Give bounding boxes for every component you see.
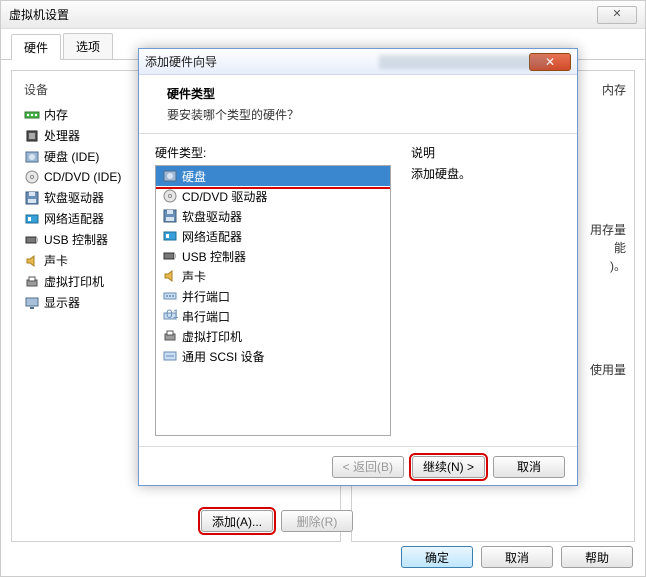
hw-item-label: 网络适配器 [182, 228, 242, 245]
detail-text-fragment: 使用量 [590, 361, 626, 378]
hdd-icon [24, 149, 40, 165]
nic-icon [24, 211, 40, 227]
back-button[interactable]: < 返回(B) [332, 456, 404, 478]
hw-item-sound[interactable]: 声卡 [156, 266, 390, 286]
outer-titlebar: 虚拟机设置 ✕ [1, 1, 645, 29]
ok-button[interactable]: 确定 [401, 546, 473, 568]
device-label: 软盘驱动器 [44, 189, 104, 206]
cd-icon [162, 188, 178, 204]
col-device-label: 设备 [24, 81, 48, 98]
wizard-footer: < 返回(B) 继续(N) > 取消 [139, 446, 577, 486]
device-label: 声卡 [44, 252, 68, 269]
cd-icon [24, 169, 40, 185]
device-label: 内存 [44, 106, 68, 123]
wizard-header-title: 硬件类型 [167, 85, 561, 102]
sound-icon [24, 253, 40, 269]
hw-item-label: 虚拟打印机 [182, 328, 242, 345]
detail-text-fragment: )。 [610, 257, 626, 274]
device-label: 处理器 [44, 127, 80, 144]
hw-item-label: 软盘驱动器 [182, 208, 242, 225]
hw-item-vprint[interactable]: 虚拟打印机 [156, 326, 390, 346]
device-label: USB 控制器 [44, 231, 108, 248]
tab-hardware[interactable]: 硬件 [11, 34, 61, 60]
parallel-port-icon [162, 288, 178, 304]
detail-text-fragment: 能 [614, 239, 626, 256]
detail-text-fragment: 内存 [602, 81, 626, 98]
hw-item-label: 声卡 [182, 268, 206, 285]
hw-item-label: USB 控制器 [182, 248, 246, 265]
sound-icon [162, 268, 178, 284]
device-label: 网络适配器 [44, 210, 104, 227]
description-title: 说明 [411, 144, 561, 161]
hw-type-listbox[interactable]: 硬盘 CD/DVD 驱动器 软盘驱动器 网络适配器 USB 控制器 声卡 并行端… [155, 165, 391, 436]
hw-item-label: 通用 SCSI 设备 [182, 348, 265, 365]
outer-close-button[interactable]: ✕ [597, 6, 637, 24]
next-button[interactable]: 继续(N) > [412, 456, 485, 478]
wizard-title: 添加硬件向导 [145, 53, 217, 70]
hw-item-hdd[interactable]: 硬盘 [156, 166, 390, 186]
help-button[interactable]: 帮助 [561, 546, 633, 568]
hw-item-label: 并行端口 [182, 288, 230, 305]
wizard-titlebar: 添加硬件向导 ✕ [139, 49, 577, 75]
cancel-button[interactable]: 取消 [481, 546, 553, 568]
description-text: 添加硬盘。 [411, 165, 561, 182]
wizard-cancel-button[interactable]: 取消 [493, 456, 565, 478]
add-hardware-wizard: 添加硬件向导 ✕ 硬件类型 要安装哪个类型的硬件？ 硬件类型: 硬盘 CD/DV… [138, 48, 578, 486]
nic-icon [162, 228, 178, 244]
hw-item-label: CD/DVD 驱动器 [182, 188, 267, 205]
wizard-header: 硬件类型 要安装哪个类型的硬件？ [139, 75, 577, 134]
hw-item-nic[interactable]: 网络适配器 [156, 226, 390, 246]
outer-title: 虚拟机设置 [9, 6, 69, 23]
printer-icon [24, 274, 40, 290]
tab-options[interactable]: 选项 [63, 33, 113, 59]
usb-icon [24, 232, 40, 248]
device-label: 虚拟打印机 [44, 273, 104, 290]
usb-icon [162, 248, 178, 264]
device-label: 硬盘 (IDE) [44, 148, 99, 165]
serial-port-icon [162, 308, 178, 324]
hw-item-parallel[interactable]: 并行端口 [156, 286, 390, 306]
floppy-icon [162, 208, 178, 224]
blurred-region [379, 55, 549, 69]
hw-item-label: 硬盘 [182, 168, 206, 185]
hw-item-serial[interactable]: 串行端口 [156, 306, 390, 326]
remove-hardware-button[interactable]: 删除(R) [281, 510, 353, 532]
cpu-icon [24, 128, 40, 144]
scsi-icon [162, 348, 178, 364]
hw-type-label: 硬件类型: [155, 144, 391, 161]
detail-text-fragment: 用存量 [590, 221, 626, 238]
wizard-header-subtitle: 要安装哪个类型的硬件？ [167, 106, 561, 123]
printer-icon [162, 328, 178, 344]
hw-item-scsi[interactable]: 通用 SCSI 设备 [156, 346, 390, 366]
hw-item-usb[interactable]: USB 控制器 [156, 246, 390, 266]
hw-item-label: 串行端口 [182, 308, 230, 325]
memory-icon [24, 107, 40, 123]
hw-description-panel: 说明 添加硬盘。 [411, 144, 561, 436]
floppy-icon [24, 190, 40, 206]
hdd-icon [162, 168, 178, 184]
add-hardware-button[interactable]: 添加(A)... [201, 510, 273, 532]
device-label: CD/DVD (IDE) [44, 170, 121, 184]
hw-item-cd[interactable]: CD/DVD 驱动器 [156, 186, 390, 206]
hw-item-floppy[interactable]: 软盘驱动器 [156, 206, 390, 226]
device-label: 显示器 [44, 294, 80, 311]
display-icon [24, 295, 40, 311]
